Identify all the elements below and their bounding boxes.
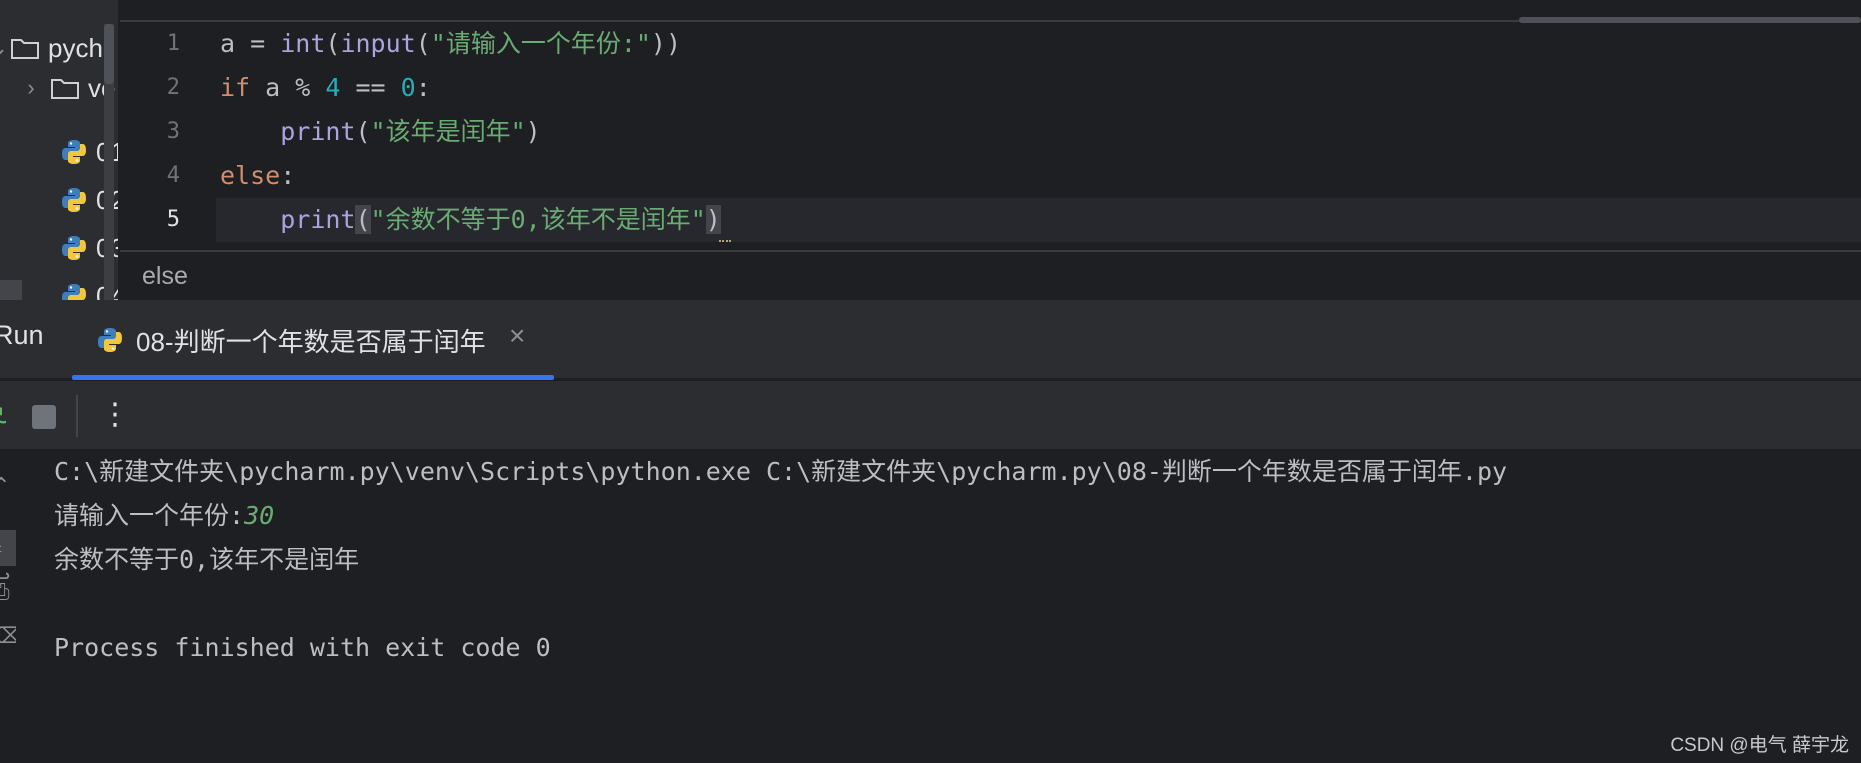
code-token: ) [525, 117, 541, 146]
python-file-icon [96, 326, 124, 354]
code-token-builtin: input [340, 29, 416, 58]
code-token-string: "余数不等于0,该年不是闰年" [370, 205, 706, 234]
code-token-builtin: print [280, 117, 356, 146]
line-number: 3 [166, 119, 180, 144]
code-line-2[interactable]: if a % 4 == 0: [216, 66, 1861, 110]
console-user-input: 30 [244, 501, 275, 530]
project-sidebar: ⌄ pych › ve 01 02 03 04 [0, 0, 118, 300]
run-panel-title: Run [0, 320, 44, 350]
code-token-keyword: if [220, 73, 251, 102]
console-exit-message: Process finished with exit code 0 [54, 633, 551, 662]
code-token-builtin: print [280, 205, 356, 234]
tree-item-label: pych [48, 32, 103, 63]
tree-item-root-folder[interactable]: ⌄ pych [0, 28, 103, 68]
toolbar-separator [76, 395, 78, 437]
code-area[interactable]: a = int(input("请输入一个年份:")) if a % 4 == 0… [216, 22, 1861, 248]
console-side-toolbar: ⌃ ⌄ ↩ ⤓ ⎙ ⌫ [0, 452, 20, 763]
console-command-line: C:\新建文件夹\pycharm.py\venv\Scripts\python.… [54, 457, 1508, 486]
console-output-line: 余数不等于0,该年不是闰年 [54, 545, 360, 574]
tree-item-venv[interactable]: › ve [20, 68, 115, 108]
close-icon[interactable]: × [509, 320, 525, 352]
console-input-line: 请输入一个年份:30 [54, 496, 274, 536]
watermark: CSDN @电气 薛宇龙 [1670, 735, 1849, 756]
console-prompt: 请输入一个年份: [54, 501, 245, 530]
run-toolbar: ↻ ⋮ [0, 381, 1861, 451]
run-tool-window-header: Run 08-判断一个年数是否属于闰年 × [0, 300, 1861, 380]
rerun-icon[interactable]: ↻ [0, 401, 6, 431]
stop-icon[interactable] [32, 405, 56, 429]
code-line-3[interactable]: print("该年是闰年") [216, 110, 1861, 154]
run-tab-label: 08-判断一个年数是否属于闰年 [136, 327, 486, 357]
clear-all-icon[interactable]: ⌫ [0, 622, 16, 650]
code-token-keyword: else [220, 161, 281, 190]
code-token: : [415, 73, 431, 102]
run-tab[interactable]: 08-判断一个年数是否属于闰年 × [72, 300, 554, 380]
breadcrumb[interactable]: else [142, 262, 188, 291]
code-token: = [235, 29, 281, 58]
code-token-builtin: int [280, 29, 326, 58]
more-options-icon[interactable]: ⋮ [100, 395, 130, 435]
code-token-paren-match: ( [355, 205, 371, 234]
python-file-icon [60, 234, 88, 262]
line-number-gutter: 1 2 3 4 5 [120, 22, 216, 250]
python-file-icon [60, 138, 88, 166]
code-token: )) [650, 29, 682, 58]
run-console[interactable]: ⌃ ⌄ ↩ ⤓ ⎙ ⌫ C:\新建文件夹\pycharm.py\venv\Scr… [0, 452, 1861, 763]
code-line-5-current[interactable]: print("余数不等于0,该年不是闰年") [216, 198, 1861, 242]
code-token: ( [325, 29, 341, 58]
code-editor[interactable]: 1 2 3 4 5 a = int(input("请输入一个年份:")) if … [120, 0, 1861, 250]
scrollbar-thumb[interactable] [104, 24, 114, 84]
code-token: a % [250, 73, 326, 102]
code-token-number: 4 [325, 73, 341, 102]
folder-icon [10, 36, 40, 60]
code-token-number: 0 [400, 73, 416, 102]
sidebar-scrollbar[interactable] [104, 24, 114, 300]
line-number: 4 [166, 163, 180, 188]
code-line-1[interactable]: a = int(input("请输入一个年份:")) [216, 22, 1861, 66]
chevron-down-icon[interactable]: ⌄ [0, 35, 10, 61]
editor-breadcrumb-bar: else [120, 250, 1861, 300]
code-token: a [220, 29, 236, 58]
warning-squiggle [718, 236, 731, 242]
active-tab-indicator [72, 375, 554, 380]
line-number-current: 5 [166, 207, 180, 232]
code-token: : [280, 161, 296, 190]
code-token-string: "该年是闰年" [370, 117, 526, 146]
code-token-paren-match: ) [705, 205, 721, 234]
print-icon[interactable]: ⎙ [0, 578, 16, 606]
scroll-to-end-icon[interactable]: ⤓ [0, 530, 16, 566]
code-line-4[interactable]: else: [216, 154, 1861, 198]
code-token-string: "请输入一个年份:" [430, 29, 651, 58]
code-token: ( [355, 117, 371, 146]
code-token: == [340, 73, 401, 102]
sidebar-gutter-marker [0, 280, 22, 300]
python-file-icon [60, 282, 88, 300]
python-file-icon [60, 186, 88, 214]
scroll-up-icon[interactable]: ⌃ [0, 472, 16, 500]
code-token: ( [415, 29, 431, 58]
folder-icon [50, 76, 80, 100]
line-number: 1 [166, 31, 180, 56]
line-number: 2 [166, 75, 180, 100]
chevron-right-icon[interactable]: › [20, 75, 42, 101]
